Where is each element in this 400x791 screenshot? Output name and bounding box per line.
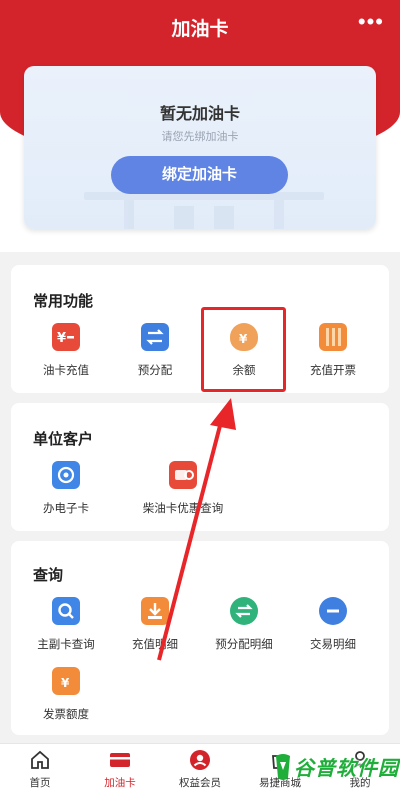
recharge-card-item[interactable]: ¥ 油卡充值: [19, 323, 113, 378]
highlight-box: [201, 307, 286, 392]
item-label: 发票额度: [43, 709, 89, 721]
bind-card-button[interactable]: 绑定加油卡: [111, 156, 288, 194]
app-header: 加油卡 •••: [0, 0, 400, 52]
page-title: 加油卡: [171, 19, 229, 40]
svg-text:¥: ¥: [61, 676, 70, 690]
watermark-text: 谷普软件园: [294, 758, 399, 780]
invoice-icon: [319, 323, 347, 351]
item-label: 办电子卡: [43, 503, 89, 515]
invoice-quota-item[interactable]: ¥ 发票额度: [19, 667, 113, 722]
invoice-quota-icon: ¥: [52, 667, 80, 695]
common-functions-section: 常用功能 ¥ 油卡充值 预分配 ¥ 余额 充值开票: [11, 265, 389, 393]
e-card-icon: [52, 461, 80, 489]
empty-card-panel: 暂无加油卡 请您先绑加油卡 绑定加油卡: [24, 66, 376, 229]
card-search-icon: [52, 597, 80, 625]
transaction-icon: [319, 597, 347, 625]
member-icon: [188, 748, 212, 772]
item-label: 主副卡查询: [37, 639, 95, 651]
transaction-item[interactable]: 交易明细: [286, 597, 380, 652]
svg-text:¥: ¥: [57, 331, 66, 346]
card-search-item[interactable]: 主副卡查询: [19, 597, 113, 652]
item-label: 柴油卡优惠查询: [142, 503, 224, 515]
allocate-item[interactable]: 预分配: [108, 323, 202, 378]
allocate-detail-item[interactable]: 预分配明细: [197, 597, 291, 652]
unit-customer-section: 单位客户 办电子卡 柴油卡优惠查询: [11, 403, 389, 531]
tab-fuel-card[interactable]: 加油卡: [80, 748, 160, 790]
item-label: 交易明细: [310, 639, 356, 651]
item-label: 充值开票: [310, 365, 356, 377]
section-title: 查询: [33, 567, 64, 584]
tab-label: 首页: [29, 777, 51, 789]
section-title: 常用功能: [33, 293, 94, 310]
tab-label: 权益会员: [179, 777, 221, 789]
section-title: 单位客户: [33, 431, 94, 448]
diesel-card-icon: [169, 461, 197, 489]
allocate-icon: [141, 323, 169, 351]
watermark: 谷普软件园: [272, 750, 398, 784]
more-dots-icon[interactable]: •••: [358, 11, 384, 33]
item-label: 预分配明细: [215, 639, 273, 651]
home-icon: [28, 748, 52, 772]
allocate-detail-icon: [230, 597, 258, 625]
invoice-item[interactable]: 充值开票: [286, 323, 380, 378]
empty-card-subtitle: 请您先绑加油卡: [161, 131, 239, 143]
item-label: 预分配: [137, 365, 173, 377]
diesel-card-item[interactable]: 柴油卡优惠查询: [123, 461, 243, 516]
recharge-card-icon: ¥: [52, 323, 80, 351]
item-label: 油卡充值: [43, 365, 89, 377]
recharge-detail-icon: [141, 597, 169, 625]
item-label: 充值明细: [132, 639, 178, 651]
tab-label: 加油卡: [104, 777, 136, 789]
e-card-item[interactable]: 办电子卡: [19, 461, 113, 516]
fuel-card-icon: [108, 748, 132, 772]
watermark-logo-icon: [276, 754, 290, 780]
tab-member[interactable]: 权益会员: [160, 748, 240, 790]
recharge-detail-item[interactable]: 充值明细: [108, 597, 202, 652]
tab-home[interactable]: 首页: [0, 748, 80, 790]
query-section: 查询 主副卡查询 充值明细 预分配明细 交易明细 ¥ 发票额度: [11, 541, 389, 735]
empty-card-title: 暂无加油卡: [159, 106, 240, 123]
